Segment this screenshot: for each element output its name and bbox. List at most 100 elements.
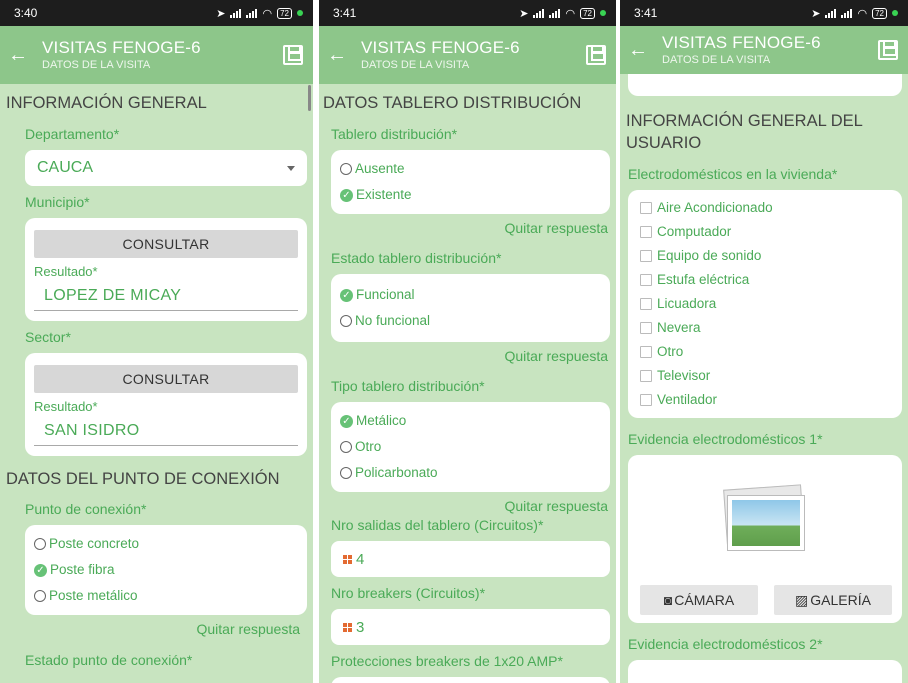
evidencia1-card: ◙ CÁMARA ▨ GALERÍA xyxy=(628,455,902,623)
salidas-label: Nro salidas del tablero (Circuitos)* xyxy=(331,517,544,533)
estado-punto-label: Estado punto de conexión* xyxy=(25,652,193,668)
app-subtitle: DATOS DE LA VISITA xyxy=(662,54,771,66)
quitar-respuesta-link[interactable]: Quitar respuesta xyxy=(319,492,616,514)
check-ventilador[interactable]: Ventilador xyxy=(628,388,902,412)
estado-tablero-options: ✓ Funcional No funcional xyxy=(331,274,610,342)
location-icon: ➤ xyxy=(519,7,529,20)
protecciones-label: Protecciones breakers de 1x20 AMP* xyxy=(331,653,563,669)
dot-icon xyxy=(892,10,898,16)
departamento-select[interactable]: CAUCA xyxy=(25,150,307,186)
status-time: 3:41 xyxy=(333,6,357,20)
check-estufa[interactable]: Estufa eléctrica xyxy=(628,268,902,292)
option-label: Otro xyxy=(657,344,684,359)
chevron-down-icon xyxy=(287,165,295,171)
back-arrow-icon[interactable]: ← xyxy=(628,40,658,60)
app-title: VISITAS FENOGE-6 xyxy=(662,33,821,52)
option-ausente[interactable]: Ausente xyxy=(331,156,610,182)
evidencia1-label: Evidencia electrodomésticos 1* xyxy=(628,431,823,447)
salidas-input[interactable]: 4 xyxy=(331,541,610,577)
option-poste-concreto[interactable]: Poste concreto xyxy=(25,531,307,557)
consultar-municipio-button[interactable]: CONSULTAR xyxy=(34,230,298,258)
option-metalico[interactable]: ✓ Metálico xyxy=(331,408,610,434)
option-label: No funcional xyxy=(355,313,431,328)
option-no-funcional[interactable]: No funcional xyxy=(331,308,610,334)
check-aire[interactable]: Aire Acondicionado xyxy=(628,196,902,220)
app-subtitle: DATOS DE LA VISITA xyxy=(361,59,470,71)
quitar-respuesta-link[interactable]: Quitar respuesta xyxy=(319,214,616,242)
option-funcional[interactable]: ✓ Funcional xyxy=(331,282,610,308)
battery-icon: 72 xyxy=(580,7,595,19)
option-otro[interactable]: Otro xyxy=(331,434,610,460)
option-policarbonato[interactable]: Policarbonato xyxy=(331,460,610,486)
checkbox-icon xyxy=(640,298,652,310)
signal-icon-2 xyxy=(549,8,561,18)
quitar-respuesta-link[interactable]: Quitar respuesta xyxy=(0,615,313,643)
status-time: 3:40 xyxy=(14,6,38,20)
save-icon[interactable] xyxy=(283,45,303,65)
number-icon xyxy=(343,554,352,564)
evidencia1-preview[interactable] xyxy=(628,455,902,585)
sector-card: CONSULTAR Resultado* SAN ISIDRO xyxy=(25,353,307,456)
check-computador[interactable]: Computador xyxy=(628,220,902,244)
screen-panel-1: 3:40 ➤ ◠ 72 ← VISITAS FENOGE-6 DATOS DE … xyxy=(0,0,313,683)
check-televisor[interactable]: Televisor xyxy=(628,364,902,388)
screen-panel-2: 3:41 ➤ ◠ 72 ← VISITAS FENOGE-6 DATOS DE … xyxy=(319,0,616,683)
sector-result-field[interactable]: SAN ISIDRO xyxy=(34,415,298,446)
scrollbar[interactable] xyxy=(308,85,311,111)
departamento-label: Departamento* xyxy=(25,126,120,142)
option-poste-metalico[interactable]: Poste metálico xyxy=(25,583,307,609)
check-circle-icon: ✓ xyxy=(340,414,353,428)
consultar-sector-button[interactable]: CONSULTAR xyxy=(34,365,298,393)
check-circle-icon: ✓ xyxy=(340,288,353,302)
camera-button[interactable]: ◙ CÁMARA xyxy=(640,585,758,615)
check-circle-icon: ✓ xyxy=(34,563,47,577)
gallery-button-label: GALERÍA xyxy=(810,592,871,608)
status-time: 3:41 xyxy=(634,6,658,20)
save-icon[interactable] xyxy=(586,45,606,65)
evidencia2-label: Evidencia electrodomésticos 2* xyxy=(628,636,823,652)
option-existente[interactable]: ✓ Existente xyxy=(331,182,610,208)
signal-icon xyxy=(533,8,545,18)
option-poste-fibra[interactable]: ✓ Poste fibra xyxy=(25,557,307,583)
camera-icon: ◙ xyxy=(663,592,673,608)
battery-icon: 72 xyxy=(872,7,887,19)
status-bar: 3:41 ➤ ◠ 72 xyxy=(319,0,616,26)
check-sonido[interactable]: Equipo de sonido xyxy=(628,244,902,268)
back-arrow-icon[interactable]: ← xyxy=(327,45,357,65)
check-licuadora[interactable]: Licuadora xyxy=(628,292,902,316)
municipio-label: Municipio* xyxy=(25,194,90,210)
section-title-general: INFORMACIÓN GENERAL xyxy=(6,94,207,112)
radio-icon xyxy=(340,467,352,479)
protecciones-input[interactable] xyxy=(331,677,610,683)
municipio-result-field[interactable]: LOPEZ DE MICAY xyxy=(34,280,298,311)
camera-button-label: CÁMARA xyxy=(674,592,735,608)
location-icon: ➤ xyxy=(216,7,226,20)
breakers-value: 3 xyxy=(356,618,365,636)
option-label: Estufa eléctrica xyxy=(657,272,750,287)
option-label: Ausente xyxy=(355,161,405,176)
app-bar: ← VISITAS FENOGE-6 DATOS DE LA VISITA xyxy=(620,26,908,74)
checkbox-icon xyxy=(640,394,652,406)
app-bar: ← VISITAS FENOGE-6 DATOS DE LA VISITA xyxy=(0,26,313,84)
quitar-respuesta-link[interactable]: Quitar respuesta xyxy=(319,342,616,370)
app-subtitle: DATOS DE LA VISITA xyxy=(42,59,151,71)
image-placeholder-icon xyxy=(721,484,809,553)
tablero-options: Ausente ✓ Existente xyxy=(331,150,610,214)
save-icon[interactable] xyxy=(878,40,898,60)
breakers-input[interactable]: 3 xyxy=(331,609,610,645)
checkbox-icon xyxy=(640,346,652,358)
breakers-label: Nro breakers (Circuitos)* xyxy=(331,585,486,601)
signal-icon xyxy=(825,8,837,18)
back-arrow-icon[interactable]: ← xyxy=(8,45,38,65)
check-nevera[interactable]: Nevera xyxy=(628,316,902,340)
gallery-button[interactable]: ▨ GALERÍA xyxy=(774,585,892,615)
status-bar: 3:41 ➤ ◠ 72 xyxy=(620,0,908,26)
checkbox-icon xyxy=(640,226,652,238)
estado-tablero-label: Estado tablero distribución* xyxy=(331,250,502,266)
option-label: Aire Acondicionado xyxy=(657,200,773,215)
check-otro[interactable]: Otro xyxy=(628,340,902,364)
checkbox-icon xyxy=(640,322,652,334)
radio-icon xyxy=(34,590,46,602)
signal-icon xyxy=(230,8,242,18)
checkbox-icon xyxy=(640,274,652,286)
